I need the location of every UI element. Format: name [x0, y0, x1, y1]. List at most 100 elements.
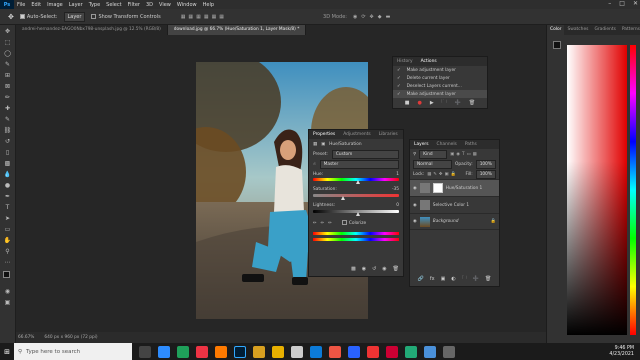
link-icon[interactable]: 🔗: [418, 276, 424, 282]
screen-mode-icon[interactable]: ▣: [3, 298, 13, 307]
quick-mask-icon[interactable]: ◉: [3, 287, 13, 296]
new-layer-icon[interactable]: ➕: [473, 276, 479, 282]
tab-paths[interactable]: Paths: [461, 142, 481, 147]
clip-to-layer-icon[interactable]: ▩: [351, 266, 356, 272]
visibility-eye-icon[interactable]: ◉: [413, 219, 417, 224]
color-field[interactable]: [567, 45, 627, 335]
trash-icon[interactable]: 🗑: [485, 276, 491, 282]
tab-patterns[interactable]: Patterns: [619, 25, 640, 35]
tab-channels[interactable]: Channels: [433, 142, 461, 147]
tab-properties[interactable]: Properties: [309, 132, 339, 137]
tab-layers[interactable]: Layers: [410, 142, 433, 147]
new-action-icon[interactable]: ➕: [455, 100, 461, 106]
zoom-tool-icon[interactable]: ⚲: [3, 247, 13, 256]
saturation-slider[interactable]: [313, 194, 399, 200]
reset-icon[interactable]: ↺: [372, 266, 376, 272]
fx-icon[interactable]: fx: [430, 276, 435, 282]
saturation-value[interactable]: -35: [392, 187, 399, 192]
opacity-input[interactable]: 100%: [475, 159, 496, 169]
check-icon[interactable]: ✓: [397, 84, 401, 89]
preset-dropdown[interactable]: Custom: [331, 149, 399, 159]
layer-row[interactable]: ◉ Selective Color 1: [410, 196, 499, 213]
channel-dropdown[interactable]: Master: [319, 160, 399, 169]
app-icon[interactable]: [215, 345, 227, 358]
menu-3d[interactable]: 3D: [143, 2, 156, 8]
eyedropper-plus-icon[interactable]: ✏: [321, 221, 325, 226]
folder-icon[interactable]: [272, 345, 284, 358]
auto-select-checkbox[interactable]: Auto-Select:: [19, 13, 58, 20]
visibility-icon[interactable]: ◉: [382, 266, 386, 272]
taskbar-search[interactable]: ⚲ Type here to search: [14, 343, 132, 360]
list-item[interactable]: ✓ Make adjustment layer: [393, 90, 487, 98]
app-icon[interactable]: [348, 345, 360, 358]
app-icon[interactable]: [443, 345, 455, 358]
tab-swatches[interactable]: Swatches: [564, 25, 591, 35]
eyedropper-minus-icon[interactable]: ✏: [328, 221, 332, 226]
lightness-value[interactable]: 0: [396, 203, 399, 208]
more-tools-icon[interactable]: ⋯: [3, 258, 13, 267]
app-icon[interactable]: [424, 345, 436, 358]
color-swatches[interactable]: [0, 271, 15, 285]
lasso-tool-icon[interactable]: ◯: [3, 49, 13, 58]
maximize-icon[interactable]: □: [619, 0, 625, 7]
menu-filter[interactable]: Filter: [125, 2, 143, 8]
group-folder-icon[interactable]: 🗀: [462, 275, 467, 283]
tab-libraries[interactable]: Libraries: [375, 132, 402, 137]
zoom-level[interactable]: 66.67%: [18, 335, 34, 340]
menu-image[interactable]: Image: [44, 2, 66, 8]
edge-icon[interactable]: [310, 345, 322, 358]
task-view-icon[interactable]: [139, 345, 151, 358]
layer-row[interactable]: ◉ Background 🔒: [410, 213, 499, 230]
trash-icon[interactable]: 🗑: [469, 100, 475, 106]
lock-icons[interactable]: ▩✎✥▣🔒: [427, 172, 458, 177]
layer-row[interactable]: ◉ Hue/Saturation 1: [410, 179, 499, 196]
check-icon[interactable]: ✓: [397, 92, 401, 97]
hue-slider[interactable]: [313, 178, 399, 184]
menu-file[interactable]: File: [14, 2, 28, 8]
show-transform-checkbox[interactable]: Show Transform Controls: [91, 13, 161, 20]
lightness-slider[interactable]: [313, 210, 399, 216]
hue-slider[interactable]: [630, 45, 636, 335]
brave-icon[interactable]: [329, 345, 341, 358]
hand-tool-icon[interactable]: ✋: [3, 236, 13, 245]
kind-dropdown[interactable]: Kind: [419, 149, 448, 159]
tab-gradients[interactable]: Gradients: [591, 25, 618, 35]
app-icon[interactable]: [386, 345, 398, 358]
layer-mask-thumbnail[interactable]: [432, 183, 443, 193]
check-icon[interactable]: ✓: [397, 76, 401, 81]
photoshop-taskbar-icon[interactable]: [234, 345, 246, 358]
auto-select-dropdown[interactable]: Layer: [63, 11, 86, 22]
blend-mode-dropdown[interactable]: Normal: [413, 159, 453, 169]
gradient-tool-icon[interactable]: ▩: [3, 159, 13, 168]
app-icon[interactable]: [253, 345, 265, 358]
quick-select-tool-icon[interactable]: ✎: [3, 60, 13, 69]
close-icon[interactable]: ✕: [633, 0, 638, 7]
marquee-tool-icon[interactable]: ⬚: [3, 38, 13, 47]
tab-color[interactable]: Color: [547, 25, 565, 35]
tab-adjustments[interactable]: Adjustments: [339, 132, 375, 137]
filter-search-icon[interactable]: ⚲: [413, 152, 416, 157]
document-tab-1[interactable]: andrei-hernandez-EAGO0Nbx798-unsplash.jp…: [16, 25, 168, 35]
move-tool-icon[interactable]: ✥: [3, 27, 13, 36]
foreground-color-swatch[interactable]: [3, 271, 10, 278]
menu-select[interactable]: Select: [103, 2, 124, 8]
app-icon[interactable]: [367, 345, 379, 358]
fill-input[interactable]: 100%: [475, 169, 496, 179]
frame-tool-icon[interactable]: ⊠: [3, 82, 13, 91]
app-icon[interactable]: [405, 345, 417, 358]
menu-help[interactable]: Help: [200, 2, 217, 8]
colorize-checkbox[interactable]: Colorize: [341, 220, 366, 226]
hue-value[interactable]: 1: [396, 172, 399, 177]
shape-tool-icon[interactable]: ▭: [3, 225, 13, 234]
visibility-eye-icon[interactable]: ◉: [413, 186, 417, 191]
play-icon[interactable]: ▶: [430, 100, 434, 106]
filter-icons[interactable]: ▣◉T▭▩: [450, 152, 479, 157]
foreground-swatch[interactable]: [553, 41, 561, 49]
clock[interactable]: 9:46 PM 4/23/2021: [609, 346, 634, 358]
list-item[interactable]: ✓ Delete current layer: [393, 74, 487, 82]
stop-icon[interactable]: ■: [405, 100, 410, 106]
mask-icon[interactable]: ▣: [321, 142, 325, 147]
tab-actions[interactable]: Actions: [417, 59, 441, 64]
lightness-knob[interactable]: [356, 212, 360, 216]
lock-icon[interactable]: 🔒: [491, 219, 496, 224]
